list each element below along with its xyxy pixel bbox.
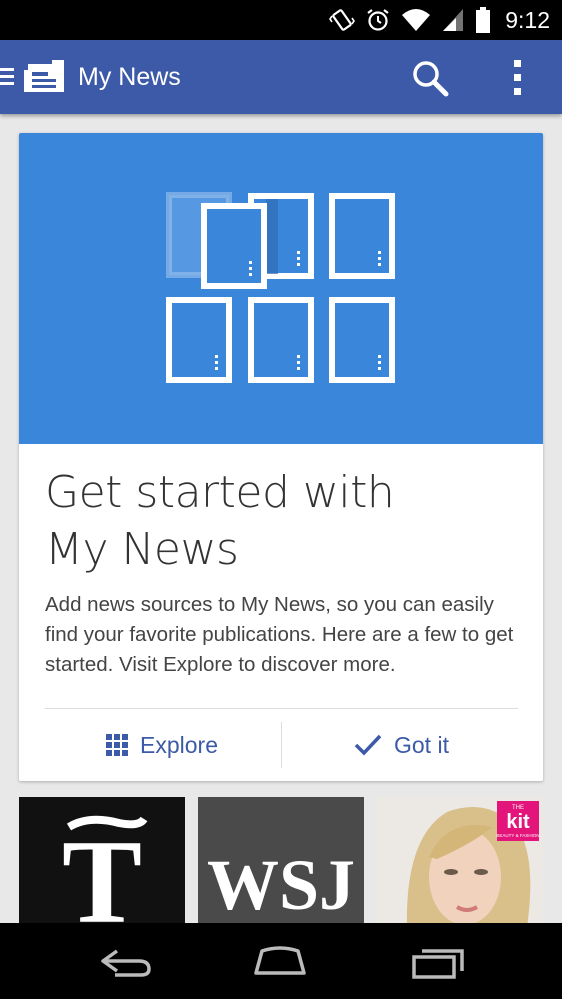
nyt-tile[interactable]: T xyxy=(19,797,185,927)
kit-badge-bottom: BEAUTY & FASHION xyxy=(496,833,539,838)
headline-line-2: My News xyxy=(45,524,239,575)
nyt-logo-text: T xyxy=(62,815,142,927)
kit-cover-image: THE kit BEAUTY & FASHION xyxy=(377,797,543,927)
card-hero xyxy=(19,133,543,444)
home-icon[interactable] xyxy=(250,943,310,979)
wsj-logo: WSJ xyxy=(198,797,364,927)
screen: 9:12 My News Get started with My News Ad… xyxy=(0,0,562,999)
menu-icon[interactable] xyxy=(0,65,16,89)
get-started-card: Get started with My News Add news source… xyxy=(19,133,543,781)
status-bar: 9:12 xyxy=(0,0,562,40)
vibrate-icon xyxy=(329,9,356,31)
my-news-logo-icon[interactable] xyxy=(22,58,66,96)
wsj-logo-text: WSJ xyxy=(207,845,355,925)
alarm-icon xyxy=(367,9,389,31)
checkmark-icon xyxy=(354,734,382,756)
card-divider xyxy=(45,708,518,709)
wifi-icon xyxy=(402,9,431,31)
search-icon[interactable] xyxy=(410,58,450,98)
recents-icon[interactable] xyxy=(408,943,468,979)
wsj-tile[interactable]: WSJ xyxy=(198,797,364,927)
publications-grid-illustration-icon xyxy=(166,192,395,383)
card-headline: Get started with My News xyxy=(45,464,515,578)
card-body: Add news sources to My News, so you can … xyxy=(45,593,514,676)
got-it-label: Got it xyxy=(394,731,449,758)
explore-label: Explore xyxy=(140,731,218,758)
status-time: 9:12 xyxy=(505,6,550,33)
button-divider xyxy=(281,722,282,768)
explore-button[interactable]: Explore xyxy=(106,723,218,767)
nyt-logo: T xyxy=(62,815,148,927)
headline-line-1: Get started with xyxy=(45,467,395,518)
got-it-button[interactable]: Got it xyxy=(354,723,449,767)
kit-badge-logo: kit xyxy=(506,811,530,833)
grid-icon xyxy=(106,734,128,756)
battery-icon xyxy=(476,7,491,33)
kit-tile[interactable]: THE kit BEAUTY & FASHION xyxy=(377,797,543,927)
app-title: My News xyxy=(78,63,181,91)
back-icon[interactable] xyxy=(95,943,155,979)
overflow-menu-icon[interactable] xyxy=(506,58,530,98)
signal-icon xyxy=(443,9,464,31)
navigation-bar xyxy=(0,923,562,999)
app-bar: My News xyxy=(0,40,562,114)
status-icons: 9:12 xyxy=(329,6,550,34)
